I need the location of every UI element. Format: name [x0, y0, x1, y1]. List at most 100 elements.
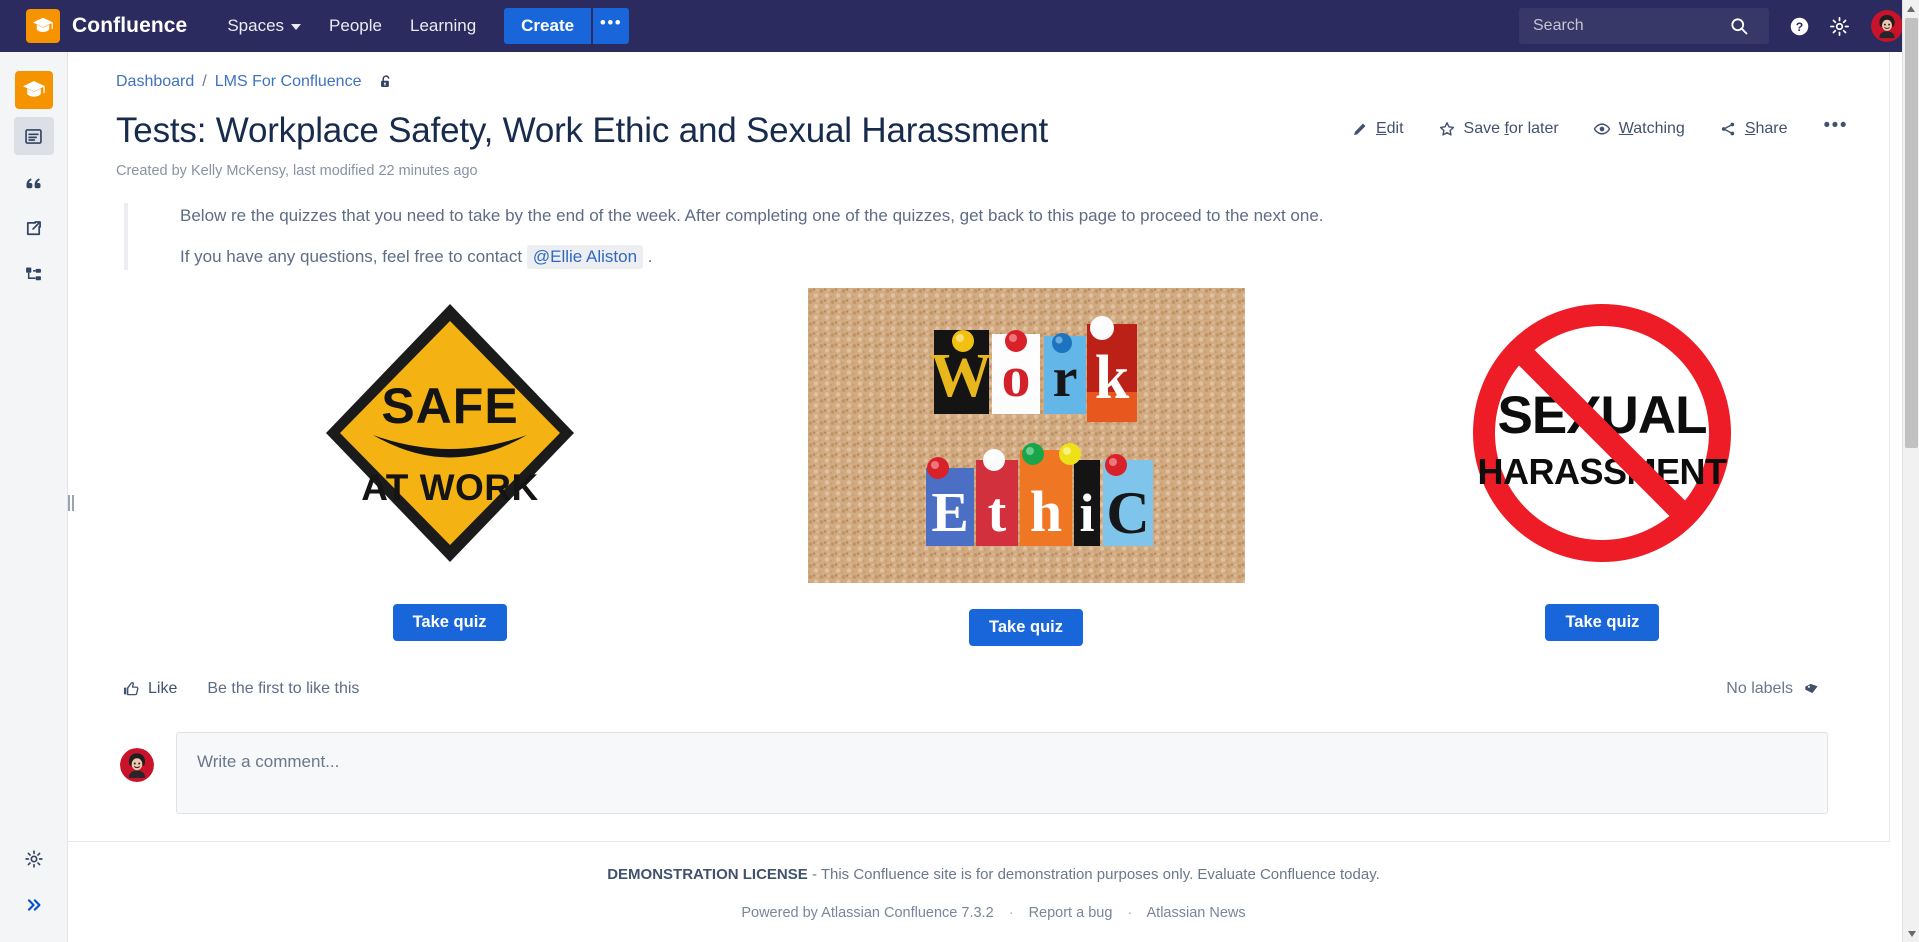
svg-text:SAFE: SAFE	[381, 378, 518, 434]
sidebar-item-page-tree[interactable]	[14, 255, 54, 293]
scrollbar-thumb[interactable]	[1905, 18, 1918, 448]
no-sexual-harassment-sign-image: SEXUAL HARASSMENT	[1467, 287, 1738, 578]
svg-text:t: t	[987, 482, 1006, 544]
share-icon	[1721, 122, 1735, 136]
page-surface: Dashboard / LMS For Confluence Tests: Wo…	[68, 52, 1919, 942]
page-byline: Created by Kelly McKensy, last modified …	[116, 163, 478, 180]
sidebar-space-settings[interactable]	[14, 840, 54, 878]
sidebar-item-pages[interactable]	[13, 117, 54, 155]
chevron-up-icon	[1907, 5, 1915, 12]
comment-input[interactable]: Write a comment...	[176, 731, 1828, 814]
like-button[interactable]: Like	[122, 680, 177, 698]
comment-placeholder: Write a comment...	[197, 751, 340, 771]
nav-item-people-label: People	[329, 16, 382, 35]
watching-button[interactable]: Watching	[1593, 120, 1685, 138]
avatar[interactable]	[1871, 10, 1903, 42]
quiz-item-2: W o r k E t h i C Take quiz	[723, 287, 1329, 646]
quiz-item-1: SAFE AT WORK Take quiz	[176, 287, 723, 646]
save-for-later-button[interactable]: Save for later	[1438, 120, 1559, 138]
thumbs-up-icon	[123, 681, 139, 696]
eye-icon	[1593, 123, 1610, 135]
page-content: Dashboard / LMS For Confluence Tests: Wo…	[68, 52, 1890, 814]
page-more-actions-button[interactable]: •••	[1824, 116, 1848, 137]
svg-text:k: k	[1094, 344, 1129, 412]
create-more-button[interactable]: •••	[593, 8, 630, 44]
edit-button[interactable]: Edit	[1351, 120, 1404, 138]
vertical-scrollbar[interactable]	[1902, 0, 1919, 942]
body-paragraph-2-period: .	[647, 246, 653, 266]
powered-by-row: Powered by Atlassian Confluence 7.3.2 · …	[68, 905, 1919, 921]
user-mention-link[interactable]: @Ellie Aliston	[526, 244, 644, 269]
space-logo[interactable]	[14, 71, 53, 109]
nav-item-spaces[interactable]: Spaces	[213, 0, 315, 52]
atlassian-news-link[interactable]: Atlassian News	[1147, 905, 1246, 921]
svg-text:h: h	[1029, 479, 1061, 544]
take-quiz-button-3[interactable]: Take quiz	[1545, 603, 1660, 641]
pencil-icon	[1354, 123, 1366, 135]
help-button[interactable]: ?	[1779, 6, 1819, 46]
scroll-up-button[interactable]	[1903, 0, 1919, 17]
gear-icon	[1829, 16, 1849, 36]
svg-text:i: i	[1079, 483, 1094, 543]
sidebar-item-shortcuts[interactable]	[14, 209, 54, 247]
blockquote-icon	[26, 177, 41, 188]
breadcrumb: Dashboard / LMS For Confluence	[116, 70, 1890, 94]
labels-button[interactable]: No labels	[1726, 680, 1876, 698]
footer-separator-1: ·	[1008, 905, 1014, 921]
footer-separator-2: ·	[1127, 905, 1133, 921]
svg-text:r: r	[1052, 347, 1077, 409]
share-label: Share	[1744, 120, 1788, 137]
search-icon[interactable]	[1719, 6, 1759, 46]
quiz-image-2[interactable]: W o r k E t h i C	[807, 287, 1245, 583]
search-container[interactable]	[1519, 8, 1769, 44]
sidebar-bottom-group	[0, 820, 68, 924]
work-ethic-corkboard-image: W o r k E t h i C	[807, 287, 1245, 583]
search-input[interactable]	[1519, 9, 1719, 43]
comment-composer: Write a comment...	[116, 731, 1876, 814]
chevron-down-icon	[291, 24, 302, 30]
nav-item-people[interactable]: People	[315, 0, 396, 52]
breadcrumb-item-space[interactable]: LMS For Confluence	[215, 73, 362, 91]
svg-text:W: W	[930, 342, 992, 410]
chevron-double-right-icon	[27, 899, 41, 911]
unlocked-padlock-icon[interactable]	[377, 73, 395, 91]
page-actions-toolbar: Edit Save for later Watching Share •••	[1317, 116, 1848, 138]
tag-icon	[1803, 680, 1820, 697]
comment-avatar[interactable]	[120, 747, 154, 782]
take-quiz-button-2[interactable]: Take quiz	[969, 608, 1083, 646]
quiz-image-3[interactable]: SEXUAL HARASSMENT	[1467, 287, 1738, 578]
top-navigation-bar: Confluence Spaces People Learning Create…	[0, 0, 1919, 52]
sidebar-collapse-handle[interactable]	[66, 490, 76, 516]
breadcrumb-item-dashboard[interactable]: Dashboard	[116, 73, 194, 91]
watching-label: Watching	[1618, 120, 1685, 137]
license-text: - This Confluence site is for demonstrat…	[811, 866, 1380, 883]
share-button[interactable]: Share	[1719, 120, 1788, 138]
svg-text:o: o	[1001, 344, 1030, 409]
nav-item-spaces-label: Spaces	[227, 16, 285, 35]
nav-item-learning[interactable]: Learning	[396, 0, 490, 52]
body-paragraph-2-text: If you have any questions, feel free to …	[180, 246, 523, 266]
help-circle-icon: ?	[1790, 17, 1808, 35]
sidebar-item-blog[interactable]	[14, 163, 54, 201]
like-label: Like	[148, 679, 178, 697]
brand-name: Confluence	[72, 14, 188, 37]
create-button[interactable]: Create	[504, 8, 592, 44]
report-a-bug-link[interactable]: Report a bug	[1029, 905, 1113, 921]
settings-button[interactable]	[1819, 6, 1859, 46]
breadcrumb-separator: /	[202, 73, 207, 90]
page-card: Dashboard / LMS For Confluence Tests: Wo…	[68, 52, 1890, 842]
take-quiz-button-1[interactable]: Take quiz	[392, 603, 507, 641]
graduation-cap-icon	[32, 17, 54, 33]
quiz-image-row: SAFE AT WORK Take quiz W o r k E t h i C…	[116, 287, 1876, 646]
chevron-down-icon	[1907, 930, 1916, 937]
svg-text:?: ?	[1795, 19, 1802, 33]
save-for-later-label: Save for later	[1463, 120, 1559, 137]
svg-text:AT WORK: AT WORK	[361, 467, 539, 508]
external-link-icon	[26, 220, 41, 235]
like-note: Be the first to like this	[207, 679, 360, 697]
quiz-image-1[interactable]: SAFE AT WORK	[309, 287, 590, 578]
graduation-cap-icon	[22, 81, 45, 97]
sidebar-expand[interactable]	[14, 886, 54, 924]
confluence-logo[interactable]	[26, 9, 60, 43]
scroll-down-button[interactable]	[1903, 925, 1919, 942]
